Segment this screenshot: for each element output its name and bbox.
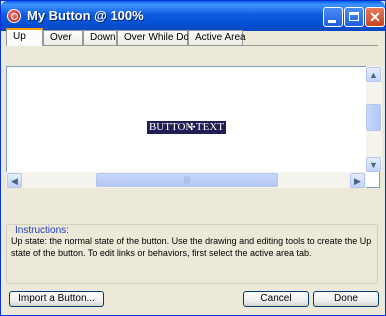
- button-text-label: BUTTON TEXT: [148, 121, 225, 133]
- cancel-button[interactable]: Cancel: [243, 291, 309, 307]
- window-title: My Button @ 100%: [27, 8, 144, 23]
- title-bar[interactable]: My Button @ 100% ✕: [1, 1, 385, 31]
- tab-over-while-down[interactable]: Over While Down: [117, 30, 202, 45]
- import-button[interactable]: Import a Button...: [9, 291, 104, 307]
- arrow-down-icon[interactable]: ▼: [366, 157, 381, 172]
- tab-active-area[interactable]: Active Area: [188, 30, 246, 45]
- app-logo-icon: [7, 9, 21, 23]
- tab-strip-divider: [6, 45, 378, 46]
- minimize-icon: [328, 20, 336, 23]
- done-button[interactable]: Done: [313, 291, 379, 307]
- tab-up[interactable]: Up: [6, 28, 43, 46]
- button-text-object[interactable]: BUTTON TEXT ✣: [147, 121, 226, 134]
- instructions-label: Instructions:: [14, 225, 70, 236]
- instructions-text: Up state: the normal state of the button…: [11, 236, 372, 258]
- minimize-button[interactable]: [323, 7, 343, 27]
- tab-over[interactable]: Over: [43, 30, 83, 45]
- close-icon: ✕: [369, 9, 381, 25]
- arrow-up-icon[interactable]: ▲: [366, 67, 381, 82]
- move-handle-icon[interactable]: ✣: [188, 122, 196, 133]
- maximize-icon: [349, 12, 359, 21]
- close-button[interactable]: ✕: [365, 7, 385, 27]
- tab-down[interactable]: Down: [83, 30, 117, 45]
- vertical-scroll-thumb[interactable]: [366, 104, 381, 131]
- horizontal-scroll-thumb[interactable]: |||: [96, 173, 278, 187]
- arrow-left-icon[interactable]: ◀: [7, 173, 22, 188]
- maximize-button[interactable]: [344, 7, 364, 27]
- arrow-right-icon[interactable]: ▶: [350, 173, 365, 188]
